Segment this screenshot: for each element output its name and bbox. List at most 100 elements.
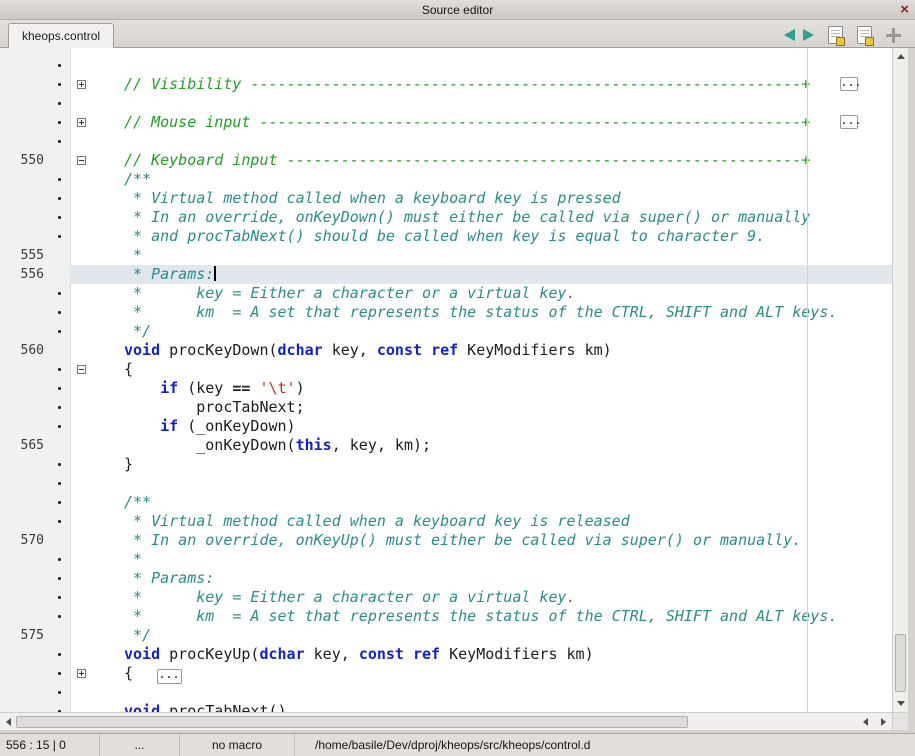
collapsed-fold-box[interactable]: ...	[840, 77, 858, 91]
code-line[interactable]: 556 * Params:	[0, 265, 892, 284]
code-text[interactable]	[94, 132, 892, 151]
close-icon[interactable]: ×	[900, 1, 909, 19]
code-text[interactable]: * and procTabNext() should be called whe…	[94, 227, 892, 246]
line-dot	[58, 615, 61, 618]
code-line[interactable]: * Virtual method called when a keyboard …	[0, 512, 892, 531]
code-text[interactable]	[94, 56, 892, 75]
fold-toggle-icon[interactable]	[77, 669, 86, 678]
code-line[interactable]	[0, 94, 892, 113]
code-line[interactable]: /**	[0, 170, 892, 189]
code-line[interactable]: /**	[0, 493, 892, 512]
vertical-scroll-thumb[interactable]	[895, 634, 906, 692]
code-text[interactable]: {...	[94, 664, 892, 683]
code-line[interactable]: }	[0, 455, 892, 474]
code-text[interactable]: * In an override, onKeyDown() must eithe…	[94, 208, 892, 227]
code-line[interactable]: * km = A set that represents the status …	[0, 303, 892, 322]
code-text[interactable]: // Visibility --------------------------…	[94, 75, 892, 94]
code-token: this	[296, 436, 332, 454]
code-text[interactable]: * Params:	[94, 265, 892, 284]
code-text[interactable]: * Params:	[94, 569, 892, 588]
scroll-right-button[interactable]	[875, 714, 891, 730]
code-text[interactable]	[94, 474, 892, 493]
code-text[interactable]: // Keyboard input ----------------------…	[94, 151, 892, 170]
code-text[interactable]: _onKeyDown(this, key, km);	[94, 436, 892, 455]
code-line[interactable]: * Virtual method called when a keyboard …	[0, 189, 892, 208]
code-text[interactable]: /**	[94, 170, 892, 189]
code-text[interactable]: * Virtual method called when a keyboard …	[94, 512, 892, 531]
code-line[interactable]: *	[0, 550, 892, 569]
code-text[interactable]	[94, 94, 892, 113]
code-text[interactable]: *	[94, 550, 892, 569]
document-icon-2[interactable]	[857, 26, 872, 44]
code-text[interactable]: }	[94, 455, 892, 474]
code-line[interactable]: * and procTabNext() should be called whe…	[0, 227, 892, 246]
code-line[interactable]: */	[0, 322, 892, 341]
horizontal-scroll-thumb[interactable]	[16, 716, 688, 728]
code-text[interactable]: * km = A set that represents the status …	[94, 607, 892, 626]
code-line[interactable]	[0, 56, 892, 75]
code-text[interactable]: void procKeyUp(dchar key, const ref KeyM…	[94, 645, 892, 664]
code-text[interactable]: if (key == '\t')	[94, 379, 892, 398]
forward-arrow-icon[interactable]	[803, 29, 814, 41]
code-text[interactable]: * key = Either a character or a virtual …	[94, 284, 892, 303]
code-text[interactable]	[94, 683, 892, 702]
code-text[interactable]: * key = Either a character or a virtual …	[94, 588, 892, 607]
code-line[interactable]	[0, 132, 892, 151]
line-number	[0, 455, 48, 474]
code-text[interactable]: // Mouse input -------------------------…	[94, 113, 892, 132]
line-number	[0, 322, 48, 341]
code-line[interactable]: // Mouse input -------------------------…	[0, 113, 892, 132]
code-line[interactable]: * Params:	[0, 569, 892, 588]
code-line[interactable]: * key = Either a character or a virtual …	[0, 588, 892, 607]
code-token: KeyModifiers km)	[440, 645, 594, 663]
code-line[interactable]: if (_onKeyDown)	[0, 417, 892, 436]
code-text[interactable]: void procKeyDown(dchar key, const ref Ke…	[94, 341, 892, 360]
code-text[interactable]: procTabNext;	[94, 398, 892, 417]
code-editor[interactable]: // Visibility --------------------------…	[0, 48, 892, 712]
code-line[interactable]: * km = A set that represents the status …	[0, 607, 892, 626]
scroll-left-button-2[interactable]	[857, 714, 873, 730]
code-line[interactable]: * key = Either a character or a virtual …	[0, 284, 892, 303]
code-line[interactable]: 550// Keyboard input -------------------…	[0, 151, 892, 170]
code-line[interactable]: 575 */	[0, 626, 892, 645]
scroll-down-button[interactable]	[893, 695, 908, 711]
code-text[interactable]: * In an override, onKeyUp() must either …	[94, 531, 892, 550]
code-line[interactable]: // Visibility --------------------------…	[0, 75, 892, 94]
code-line[interactable]: 565 _onKeyDown(this, key, km);	[0, 436, 892, 455]
code-line[interactable]	[0, 474, 892, 493]
code-text[interactable]: /**	[94, 493, 892, 512]
code-text[interactable]: void procTabNext()	[94, 702, 892, 712]
code-line[interactable]: 555 *	[0, 246, 892, 265]
horizontal-scrollbar[interactable]	[0, 712, 892, 730]
collapsed-fold-box[interactable]: ...	[157, 669, 182, 684]
back-arrow-icon[interactable]	[784, 29, 795, 41]
fold-toggle-icon[interactable]	[77, 118, 86, 127]
code-line[interactable]: void procKeyUp(dchar key, const ref KeyM…	[0, 645, 892, 664]
fold-toggle-icon[interactable]	[77, 365, 86, 374]
document-icon[interactable]	[828, 26, 843, 44]
collapsed-fold-box[interactable]: ...	[840, 115, 858, 129]
code-text[interactable]: */	[94, 322, 892, 341]
vertical-scrollbar[interactable]	[892, 48, 908, 712]
code-text[interactable]: if (_onKeyDown)	[94, 417, 892, 436]
code-text[interactable]: *	[94, 246, 892, 265]
scroll-up-button[interactable]	[893, 48, 908, 64]
scroll-left-button[interactable]	[0, 714, 16, 730]
fold-toggle-icon[interactable]	[77, 80, 86, 89]
code-line[interactable]: 570 * In an override, onKeyUp() must eit…	[0, 531, 892, 550]
code-text[interactable]: * km = A set that represents the status …	[94, 303, 892, 322]
code-line[interactable]: procTabNext;	[0, 398, 892, 417]
code-text[interactable]: * Virtual method called when a keyboard …	[94, 189, 892, 208]
cross-icon[interactable]	[886, 28, 901, 43]
code-line[interactable]: {...	[0, 664, 892, 683]
code-text[interactable]: */	[94, 626, 892, 645]
code-line[interactable]: * In an override, onKeyDown() must eithe…	[0, 208, 892, 227]
code-text[interactable]: {	[94, 360, 892, 379]
code-line[interactable]: {	[0, 360, 892, 379]
code-line[interactable]: void procTabNext()	[0, 702, 892, 712]
tab-kheops-control[interactable]: kheops.control	[8, 23, 114, 48]
code-line[interactable]	[0, 683, 892, 702]
code-line[interactable]: if (key == '\t')	[0, 379, 892, 398]
fold-toggle-icon[interactable]	[77, 156, 86, 165]
code-line[interactable]: 560void procKeyDown(dchar key, const ref…	[0, 341, 892, 360]
